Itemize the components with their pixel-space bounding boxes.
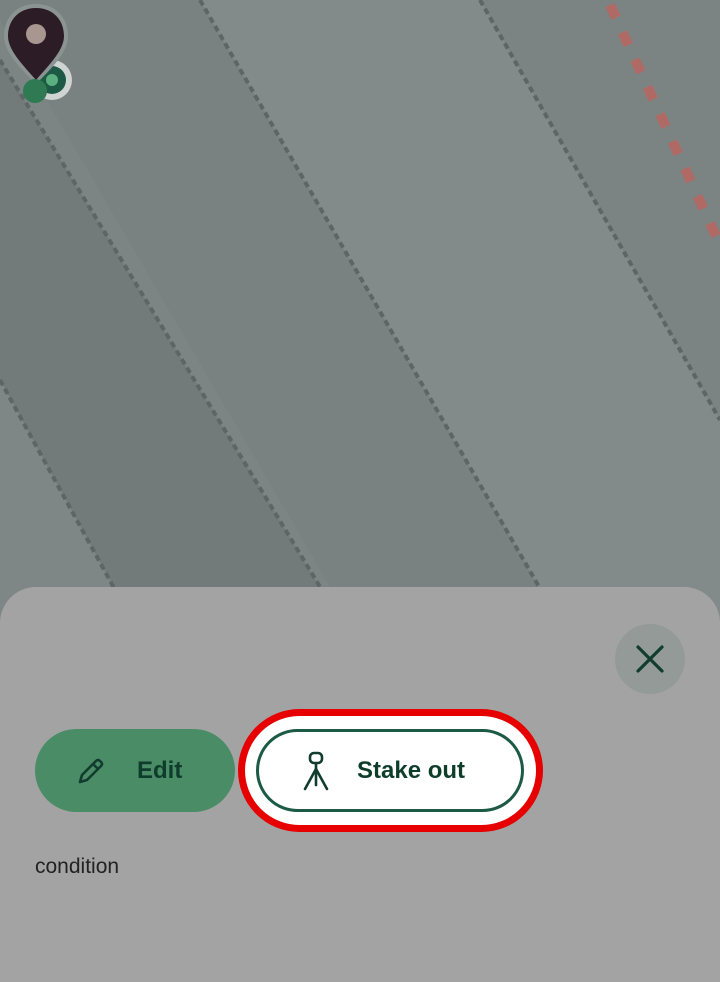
tripod-icon: [303, 751, 329, 790]
edit-button[interactable]: Edit: [35, 729, 235, 812]
stake-out-button[interactable]: Stake out: [256, 729, 524, 812]
close-button[interactable]: [615, 624, 685, 694]
pencil-icon: [78, 758, 104, 783]
close-icon: [636, 645, 664, 673]
edit-button-label: Edit: [137, 756, 183, 784]
field-label: condition: [35, 855, 120, 878]
stake-out-button-label: Stake out: [357, 756, 466, 784]
map-pin-icon[interactable]: [0, 0, 72, 104]
